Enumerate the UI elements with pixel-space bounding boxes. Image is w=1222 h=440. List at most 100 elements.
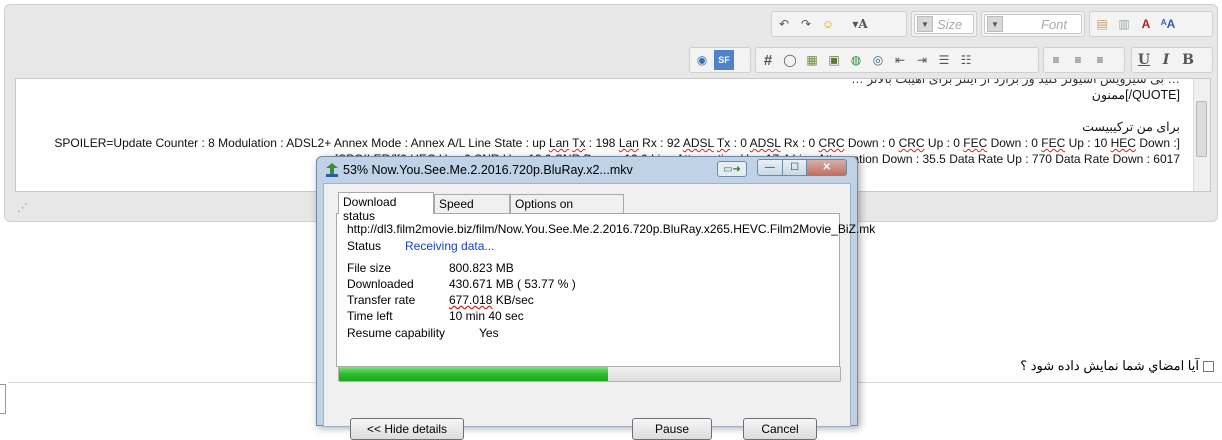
- pause-button[interactable]: Pause: [632, 418, 712, 440]
- download-status-panel: http://dl3.film2movie.biz/film/Now.You.S…: [336, 213, 875, 367]
- text-input[interactable]: [0, 384, 6, 414]
- dialog-body: Download status Speed Limiter Options on…: [323, 183, 875, 440]
- misspelled-word: Lan: [618, 136, 639, 150]
- text-segment: Up : 10: [1065, 136, 1111, 150]
- editor-scrollbar[interactable]: [1193, 79, 1210, 191]
- misspelled-word: FEC: [963, 136, 988, 150]
- text-segment: Rx : 92: [638, 136, 683, 150]
- file-size-label: File size: [347, 261, 392, 275]
- toolbar-edit-group: ↶ ↷ ☺ ▾ A: [771, 11, 907, 37]
- status-value: Receiving data...: [405, 239, 495, 253]
- outdent-icon[interactable]: ⇤: [890, 50, 910, 70]
- toolbar-format-group: U I B: [1131, 47, 1213, 73]
- toolbar-media-group: ◉ SF: [689, 47, 751, 73]
- transfer-rate-value: 677.018 KB/sec: [449, 293, 534, 307]
- signature-label: آيا امضاي شما نمايش داده شود ؟: [1020, 358, 1199, 373]
- toolbar-align-group: ≡ ≡ ≡: [1043, 47, 1125, 73]
- time-left-value: 10 min 40 sec: [449, 309, 524, 323]
- misspelled-word: Lan: [548, 136, 569, 150]
- text-line: برای من ترکیبیست: [1082, 120, 1180, 134]
- download-url: http://dl3.film2movie.biz/film/Now.You.S…: [347, 222, 876, 236]
- downloaded-value: 430.671 MB ( 53.77 % ): [449, 277, 576, 291]
- tab-speed-limiter[interactable]: Speed Limiter: [434, 194, 510, 225]
- tab-options-on-completion[interactable]: Options on completion: [510, 194, 624, 225]
- resize-grip-icon[interactable]: ⋰: [17, 201, 28, 214]
- size-select[interactable]: ▼ Size: [914, 14, 974, 34]
- transfer-rate-label: Transfer rate: [347, 293, 416, 307]
- smiley-icon[interactable]: ☺: [818, 14, 838, 34]
- signature-checkbox[interactable]: [1203, 360, 1214, 372]
- misspelled-word: Tx: [716, 136, 731, 150]
- text-color-icon[interactable]: ▾ A: [840, 14, 880, 34]
- spinner-icon[interactable]: ◉: [692, 50, 712, 70]
- transfer-rate-number: 677.018: [449, 293, 493, 307]
- transfer-rate-unit: KB/sec: [492, 293, 534, 307]
- font-select-label: Font: [1041, 16, 1068, 32]
- scrollbar-thumb[interactable]: [1196, 101, 1207, 157]
- redo-icon[interactable]: ↷: [796, 14, 816, 34]
- text-line: … بی سیرویس اسیولر کنید ور برارد از اینت…: [851, 78, 1180, 86]
- misspelled-word: CRC: [898, 136, 925, 150]
- globe-link-icon[interactable]: ◍: [846, 50, 866, 70]
- toolbar-clipboard-group: ▤ ▥ A ᴬA: [1089, 11, 1213, 37]
- remove-format-icon[interactable]: A: [1136, 14, 1156, 34]
- misspelled-word: FEC: [1041, 136, 1066, 150]
- maximize-button[interactable]: ☐: [782, 159, 808, 176]
- chevron-down-icon: ▼: [987, 16, 1003, 32]
- indent-icon[interactable]: ⇥: [912, 50, 932, 70]
- resume-capability-label: Resume capability: [347, 326, 446, 340]
- undo-icon[interactable]: ↶: [774, 14, 794, 34]
- time-left-label: Time left: [347, 309, 393, 323]
- file-size-value: 800.823 MB: [449, 261, 514, 275]
- window-controls: — ☐ ✕: [757, 159, 847, 177]
- toolbar-insert-group: # ◯ ▦ ▣ ◍ ◎ ⇤ ⇥ ☰ ☷: [755, 47, 1039, 73]
- paste-text-icon[interactable]: ▥: [1114, 14, 1134, 34]
- text-segment: Down : 0: [987, 136, 1042, 150]
- text-line: ممنون[/QUOTE]: [1091, 88, 1180, 102]
- dialog-title: 53% Now.You.See.Me.2.2016.720p.BluRay.x2…: [343, 163, 633, 177]
- image-icon[interactable]: ▣: [824, 50, 844, 70]
- idm-logo-icon: [326, 163, 338, 177]
- cancel-button[interactable]: Cancel: [743, 418, 817, 440]
- text-line: SPOILER=Update Counter : 8 Modulation : …: [54, 136, 1180, 150]
- misspelled-word: ADSL: [682, 136, 714, 150]
- hash-icon[interactable]: #: [758, 50, 778, 70]
- status-label: Status: [347, 239, 382, 253]
- chevron-down-icon: ▼: [917, 16, 933, 32]
- sf-icon[interactable]: SF: [714, 50, 734, 70]
- text-segment: Up : 0: [924, 136, 964, 150]
- close-button[interactable]: ✕: [807, 159, 847, 176]
- numbered-list-icon[interactable]: ☷: [956, 50, 976, 70]
- download-progress-bar: [338, 366, 841, 382]
- progress-fill: [339, 367, 609, 381]
- paste-icon[interactable]: ▤: [1092, 14, 1112, 34]
- misspelled-word: ADSL: [749, 136, 781, 150]
- font-select-group: ▼ Font: [981, 11, 1085, 37]
- align-center-icon[interactable]: ≡: [1068, 50, 1088, 70]
- tab-download-status[interactable]: Download status: [338, 192, 434, 223]
- resume-capability-value: Yes: [479, 326, 499, 340]
- text-segment: Down :]: [1135, 136, 1180, 150]
- film-icon[interactable]: ▦: [802, 50, 822, 70]
- bold-button[interactable]: B: [1178, 50, 1198, 70]
- text-segment: SPOILER=Update Counter : 8 Modulation : …: [54, 136, 549, 150]
- signature-option: آيا امضاي شما نمايش داده شود ؟: [1020, 358, 1214, 374]
- text-segment: Down : 0: [844, 136, 899, 150]
- align-left-icon[interactable]: ≡: [1046, 50, 1066, 70]
- text-segment: : 198: [585, 136, 619, 150]
- bullet-list-icon[interactable]: ☰: [934, 50, 954, 70]
- font-select[interactable]: ▼ Font: [984, 14, 1082, 34]
- download-dialog: 53% Now.You.See.Me.2.2016.720p.BluRay.x2…: [316, 156, 875, 440]
- font-size-icon[interactable]: ᴬA: [1158, 14, 1178, 34]
- misspelled-word: CRC: [818, 136, 845, 150]
- hide-details-button[interactable]: << Hide details: [350, 418, 464, 440]
- minimize-to-tray-button[interactable]: ▭➜: [717, 161, 747, 177]
- align-right-icon[interactable]: ≡: [1090, 50, 1110, 70]
- italic-button[interactable]: I: [1156, 50, 1176, 70]
- size-select-label: Size: [937, 16, 963, 32]
- quote-bubble-icon[interactable]: ◯: [780, 50, 800, 70]
- misspelled-word: HEC: [1110, 136, 1136, 150]
- minimize-button[interactable]: —: [757, 159, 783, 176]
- unlink-icon[interactable]: ◎: [868, 50, 888, 70]
- underline-button[interactable]: U: [1134, 50, 1154, 70]
